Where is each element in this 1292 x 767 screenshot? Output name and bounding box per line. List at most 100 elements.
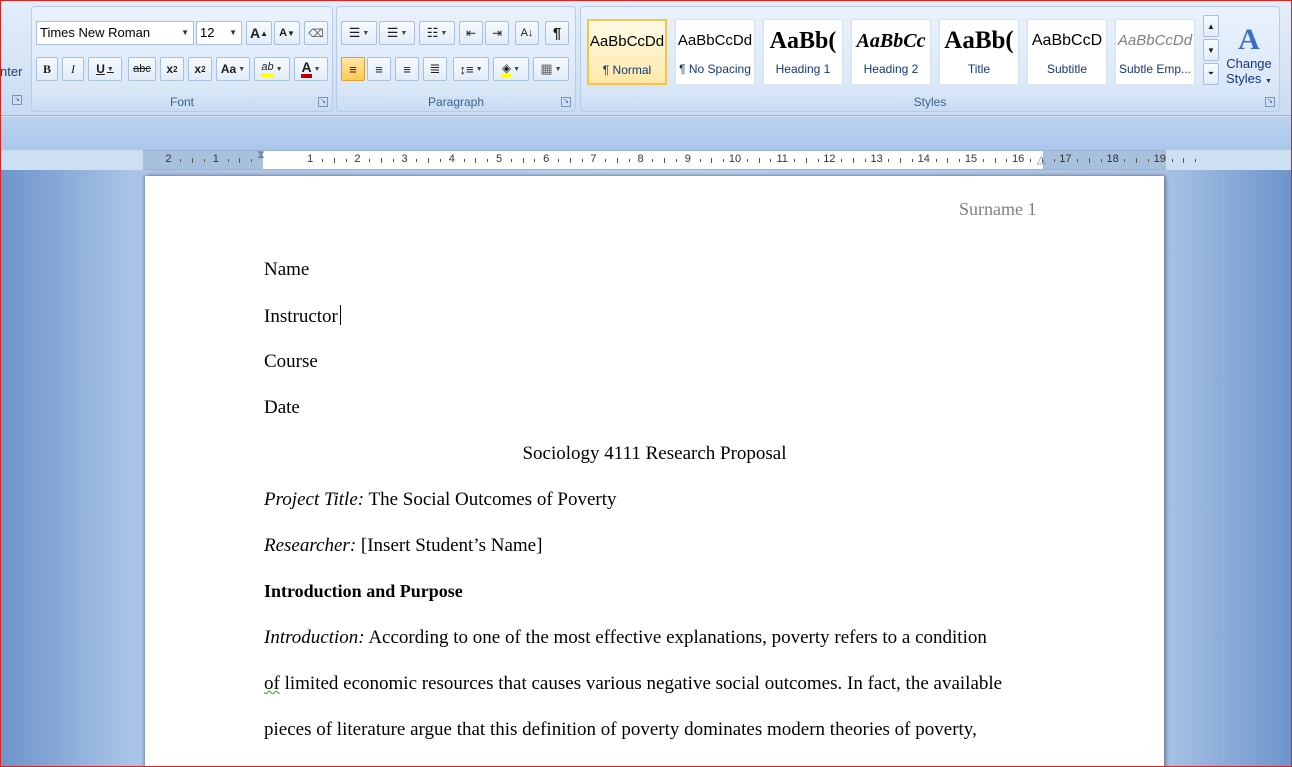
font-color-button[interactable]: A ▼	[294, 57, 328, 81]
change-styles-label-2: Styles ▼	[1226, 71, 1272, 86]
ruler-number: 4	[448, 153, 455, 165]
style-sample: AaBbCcDd	[1117, 32, 1193, 49]
change-styles-button[interactable]: A Change Styles ▼	[1221, 15, 1277, 95]
numbering-button[interactable]: ☰ ▼	[379, 21, 415, 45]
styles-scroll-up-button[interactable]: ▲	[1203, 15, 1219, 37]
sort-button[interactable]: A↓	[515, 21, 539, 45]
strikethrough-button[interactable]: abc	[128, 57, 156, 81]
align-right-icon: ≡	[403, 61, 411, 77]
clear-formatting-button[interactable]: ⌫	[304, 21, 328, 45]
intro-line-2[interactable]: of limited economic resources that cause…	[264, 673, 1002, 695]
italic-button[interactable]: I	[62, 57, 84, 81]
style-title[interactable]: AaBb( Title	[939, 19, 1019, 85]
line-spacing-button[interactable]: ↕≡ ▼	[453, 57, 489, 81]
intro-line-1-text: According to one of the most effective e…	[364, 627, 987, 648]
chevron-down-icon: ▼	[554, 65, 562, 73]
superscript-marker: 2	[201, 64, 206, 74]
ribbon-bottom-strip	[0, 117, 1292, 150]
align-left-button[interactable]: ≡	[341, 57, 365, 81]
ruler-tick	[1136, 158, 1138, 163]
style-heading-2[interactable]: AaBbCc Heading 2	[851, 19, 931, 85]
styles-dialog-launcher[interactable]: ↘	[1265, 97, 1275, 107]
multilevel-list-icon: ☷	[426, 25, 439, 40]
project-title-line[interactable]: Project Title: The Social Outcomes of Po…	[264, 489, 617, 511]
borders-button[interactable]: ▦ ▼	[533, 57, 569, 81]
increase-indent-icon: ⇥	[491, 26, 503, 40]
more-icon: ⏷	[1207, 69, 1215, 78]
chevron-down-icon: ▼	[106, 65, 114, 73]
line-instructor[interactable]: Instructor	[264, 305, 341, 328]
ruler-number: 19	[1153, 153, 1166, 165]
style-sample: AaBbCcD	[1031, 32, 1103, 49]
section-heading[interactable]: Introduction and Purpose	[264, 581, 463, 602]
ruler-tick	[628, 159, 630, 162]
ruler-tick	[227, 159, 229, 162]
change-case-button[interactable]: Aa ▼	[216, 57, 250, 81]
line-course[interactable]: Course	[264, 351, 318, 373]
horizontal-ruler[interactable]: 2 1 1 2 3 4 5 6 7 8 9 10 11 12 13 14 15 16 17 18 19 ⧗ △	[143, 149, 1197, 171]
ruler-tick	[900, 158, 902, 163]
project-title-label: Project Title:	[264, 489, 365, 510]
shrink-font-button[interactable]: A ▼	[274, 21, 300, 45]
ruler-tick	[345, 159, 347, 162]
line-name[interactable]: Name	[264, 259, 309, 281]
document-title[interactable]: Sociology 4111 Research Proposal	[145, 443, 1164, 465]
subscript-label: x	[166, 62, 174, 76]
paragraph-dialog-launcher[interactable]: ↘	[561, 97, 571, 107]
increase-indent-button[interactable]: ⇥	[485, 21, 509, 45]
styles-scroll-down-button[interactable]: ▼	[1203, 39, 1219, 61]
grow-arrow-icon: ▲	[260, 28, 269, 38]
ruler-tick	[440, 159, 441, 162]
style-normal[interactable]: AaBbCcDd ¶ Normal	[587, 19, 667, 85]
font-dialog-launcher[interactable]: ↘	[318, 97, 328, 107]
align-center-button[interactable]: ≡	[367, 57, 391, 81]
decrease-indent-button[interactable]: ⇤	[459, 21, 483, 45]
ruler-tick	[558, 159, 559, 162]
ruler-tick	[1077, 159, 1079, 162]
clipboard-dialog-launcher[interactable]: ↘	[12, 95, 22, 105]
font-group: Times New Roman ▼ 12 ▼ A ▲ A ▼ ⌫ B I U ▼ ab…	[31, 6, 333, 112]
font-size-value: 12	[200, 25, 215, 40]
align-right-button[interactable]: ≡	[395, 57, 419, 81]
grow-font-button[interactable]: A ▲	[246, 21, 272, 45]
style-subtle-emphasis[interactable]: AaBbCcDd Subtle Emp...	[1115, 19, 1195, 85]
subscript-button[interactable]: x2	[160, 57, 184, 81]
intro-line-3[interactable]: pieces of literature argue that this def…	[264, 719, 977, 741]
right-indent-marker[interactable]: △	[1037, 153, 1049, 171]
ruler-tick	[805, 158, 807, 163]
document-page[interactable]: Surname 1 Name Instructor Course Date So…	[145, 176, 1164, 767]
ruler-number: 9	[684, 153, 691, 165]
style-heading-1[interactable]: AaBb( Heading 1	[763, 19, 843, 85]
ruler-tick	[994, 158, 996, 163]
shrink-arrow-icon: ▼	[287, 28, 295, 38]
highlighter-icon: ab	[261, 61, 274, 77]
page-header[interactable]: Surname 1	[959, 199, 1036, 220]
styles-more-button[interactable]: ⏷	[1203, 63, 1219, 85]
first-line-indent-marker[interactable]: ⧗	[257, 149, 269, 167]
underline-button[interactable]: U ▼	[88, 57, 122, 81]
highlight-button[interactable]: ab ▼	[254, 57, 290, 81]
font-name-combo[interactable]: Times New Roman ▼	[36, 21, 194, 45]
ruler-tick	[428, 158, 430, 163]
pilcrow-icon: ¶	[552, 24, 562, 42]
font-size-combo[interactable]: 12 ▼	[196, 21, 242, 45]
ruler-number: 17	[1059, 153, 1072, 165]
ruler-tick	[1124, 159, 1126, 162]
bold-button[interactable]: B	[36, 57, 58, 81]
chevron-down-icon: ▼	[400, 29, 408, 37]
chevron-down-icon: ▼	[181, 28, 189, 37]
line-date[interactable]: Date	[264, 397, 300, 419]
ruler-number: 1	[307, 153, 314, 165]
researcher-line[interactable]: Researcher: [Insert Student’s Name]	[264, 535, 542, 557]
style-subtitle[interactable]: AaBbCcD Subtitle	[1027, 19, 1107, 85]
justify-button[interactable]: ≣	[423, 57, 447, 81]
style-no-spacing[interactable]: AaBbCcDd ¶ No Spacing	[675, 19, 755, 85]
ruler-number: 2	[165, 153, 172, 165]
intro-line-1[interactable]: Introduction: According to one of the mo…	[264, 627, 987, 649]
chevron-up-icon: ▲	[1207, 21, 1215, 31]
show-marks-button[interactable]: ¶	[545, 21, 569, 45]
shading-button[interactable]: ◈ ▼	[493, 57, 529, 81]
superscript-button[interactable]: x2	[188, 57, 212, 81]
bullets-button[interactable]: ☰ ▼	[341, 21, 377, 45]
multilevel-list-button[interactable]: ☷ ▼	[419, 21, 455, 45]
